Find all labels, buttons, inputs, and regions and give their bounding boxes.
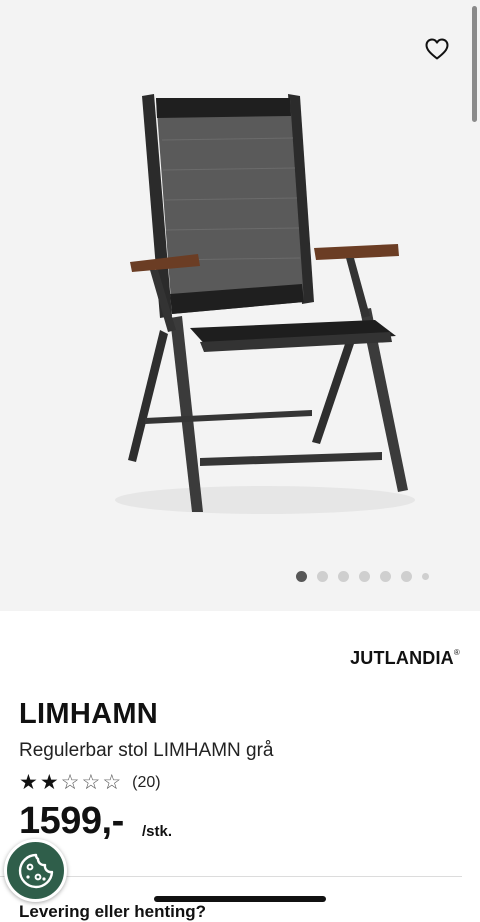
- star-empty-icon: ☆: [60, 771, 80, 794]
- price-unit: /stk.: [142, 823, 173, 840]
- product-rating[interactable]: ★ ★ ☆ ☆ ☆ (20): [19, 772, 161, 794]
- delivery-heading[interactable]: Levering eller henting?: [19, 902, 206, 922]
- pagination-dot[interactable]: [401, 571, 412, 582]
- product-title: LIMHAMN: [19, 698, 159, 730]
- star-filled-icon: ★: [39, 771, 59, 794]
- brand-registered-mark: ®: [453, 648, 460, 657]
- cookie-settings-button[interactable]: [4, 839, 67, 902]
- star-filled-icon: ★: [19, 771, 38, 794]
- product-image-gallery[interactable]: [0, 0, 480, 611]
- pagination-dot[interactable]: [380, 571, 391, 582]
- pagination-dot[interactable]: [422, 573, 429, 580]
- star-empty-icon: ☆: [81, 771, 101, 794]
- product-image: [115, 94, 415, 514]
- cookie-icon: [18, 853, 53, 888]
- star-empty-icon: ☆: [102, 771, 122, 794]
- brand-name: JUTLANDIA: [350, 648, 454, 668]
- product-price: 1599,-: [19, 800, 124, 842]
- home-indicator: [154, 896, 326, 902]
- heart-icon: [425, 38, 449, 60]
- pagination-dot[interactable]: [296, 571, 307, 582]
- gallery-pagination: [296, 571, 429, 582]
- favorite-button[interactable]: [424, 36, 450, 62]
- scrollbar[interactable]: [472, 6, 477, 122]
- brand-logo[interactable]: JUTLANDIA®: [350, 648, 460, 669]
- pagination-dot[interactable]: [317, 571, 328, 582]
- pagination-dot[interactable]: [359, 571, 370, 582]
- divider: [0, 876, 462, 877]
- product-description: Regulerbar stol LIMHAMN grå: [19, 740, 274, 761]
- pagination-dot[interactable]: [338, 571, 349, 582]
- review-count: (20): [132, 774, 161, 791]
